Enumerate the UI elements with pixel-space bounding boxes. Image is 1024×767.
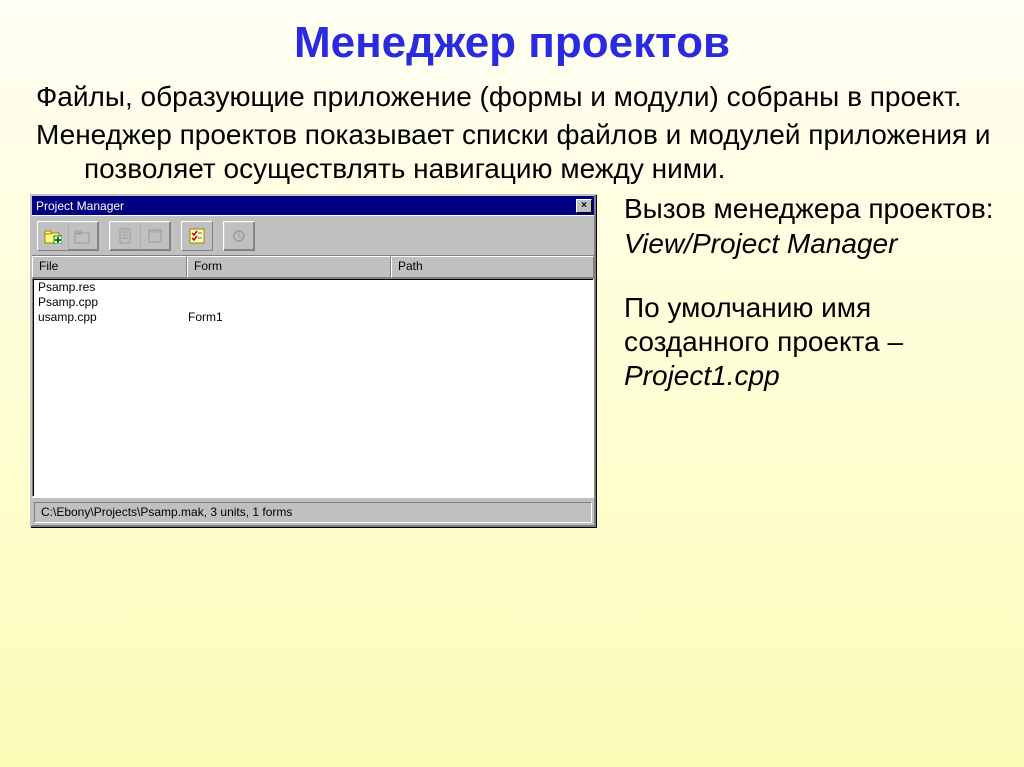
paragraph-1: Файлы, образующие приложение (формы и мо…: [36, 80, 994, 114]
slide-body: Файлы, образующие приложение (формы и мо…: [36, 80, 994, 186]
file-list[interactable]: Psamp.res Psamp.cpp usamp.cpp Form1: [32, 279, 594, 497]
slide-title: Менеджер проектов: [30, 18, 994, 68]
paragraph-2: Менеджер проектов показывает списки файл…: [36, 118, 994, 186]
remove-unit-button[interactable]: [68, 222, 98, 250]
list-item[interactable]: Psamp.res: [33, 280, 593, 295]
titlebar[interactable]: Project Manager ×: [32, 196, 594, 215]
checklist-icon: [189, 228, 205, 244]
cell-form: [188, 295, 392, 310]
toolbar: [32, 215, 594, 255]
right-para-1: Вызов менеджера проектов: View/Project M…: [624, 192, 994, 260]
add-unit-button[interactable]: [38, 222, 68, 250]
screenshot-container: Project Manager ×: [30, 194, 596, 527]
right-para-2-plain: По умолчанию имя созданного проекта –: [624, 292, 903, 357]
cell-file: usamp.cpp: [38, 310, 188, 325]
statusbar: C:\Ebony\Projects\Psamp.mak, 3 units, 1 …: [32, 497, 594, 525]
cell-path: [392, 280, 588, 295]
right-column: Вызов менеджера проектов: View/Project M…: [596, 192, 994, 423]
status-text: C:\Ebony\Projects\Psamp.mak, 3 units, 1 …: [34, 502, 592, 523]
folder-plus-icon: [44, 228, 62, 244]
list-item[interactable]: Psamp.cpp: [33, 295, 593, 310]
right-para-2-filename: Project1.cpp: [624, 360, 780, 391]
right-para-1-menu: View/Project Manager: [624, 228, 897, 259]
slide: Менеджер проектов Файлы, образующие прил…: [0, 0, 1024, 767]
toolbar-group-options: [181, 221, 213, 251]
cell-path: [392, 295, 588, 310]
header-file[interactable]: File: [32, 256, 187, 278]
toolbar-group-view: [109, 221, 171, 251]
cell-file: Psamp.res: [38, 280, 188, 295]
document-icon: [117, 228, 133, 244]
project-manager-window: Project Manager ×: [30, 194, 596, 527]
cell-form: [188, 280, 392, 295]
view-form-button[interactable]: [140, 222, 170, 250]
cell-file: Psamp.cpp: [38, 295, 188, 310]
titlebar-title: Project Manager: [36, 199, 124, 213]
folder-minus-icon: [74, 228, 92, 244]
refresh-icon: [231, 228, 247, 244]
header-form[interactable]: Form: [187, 256, 391, 278]
view-unit-button[interactable]: [110, 222, 140, 250]
cell-path: [392, 310, 588, 325]
right-para-1-plain: Вызов менеджера проектов:: [624, 193, 994, 224]
options-button[interactable]: [182, 222, 212, 250]
toolbar-group-file: [37, 221, 99, 251]
column-headers: File Form Path: [32, 255, 594, 279]
lower-row: Project Manager ×: [30, 192, 994, 527]
header-path[interactable]: Path: [391, 256, 594, 278]
cell-form: Form1: [188, 310, 392, 325]
close-icon[interactable]: ×: [576, 199, 592, 213]
list-item[interactable]: usamp.cpp Form1: [33, 310, 593, 325]
update-button[interactable]: [224, 222, 254, 250]
toolbar-group-update: [223, 221, 255, 251]
form-icon: [147, 228, 163, 244]
right-para-2: По умолчанию имя созданного проекта – Pr…: [624, 291, 994, 393]
